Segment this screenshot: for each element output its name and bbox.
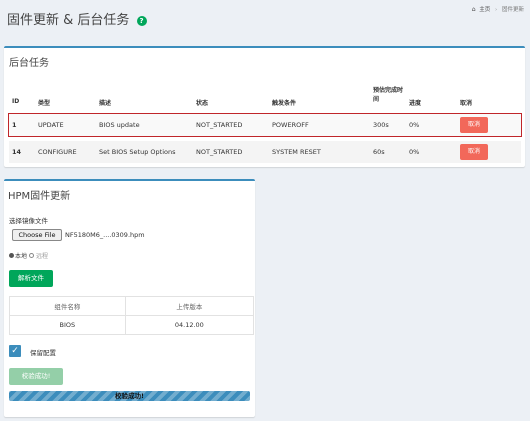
- page-title-wrap: 固件更新 & 后台任务 ?: [7, 9, 147, 28]
- radio-local[interactable]: [9, 253, 14, 258]
- col-upload-version: 上传版本: [124, 296, 255, 316]
- col-component-name: 组件名称: [9, 296, 126, 316]
- source-radio-group: 本地 远程: [9, 251, 48, 260]
- col-status: 状态: [196, 100, 209, 107]
- verify-button[interactable]: 校验成功!: [9, 368, 63, 385]
- breadcrumb: ⌂ 主页 › 固件更新: [472, 5, 524, 13]
- keep-config-checkbox[interactable]: ✓: [9, 345, 21, 357]
- verify-progress-bar: 校验成功!: [9, 391, 250, 401]
- breadcrumb-home[interactable]: 主页: [479, 7, 490, 13]
- col-id: ID: [12, 98, 20, 105]
- col-eta: 预估完成时间: [373, 87, 404, 103]
- task-row: 14 CONFIGURE Set BIOS Setup Options NOT_…: [9, 141, 521, 163]
- task-eta: 300s: [373, 121, 389, 129]
- cancel-button[interactable]: 取消: [460, 117, 488, 133]
- tasks-panel: 后台任务 ID 类型 描述 状态 触发条件 预估完成时间 进度 取消 1 UPD…: [4, 46, 525, 167]
- page-title: 固件更新 & 后台任务: [7, 13, 130, 28]
- parse-file-button[interactable]: 解析文件: [9, 270, 53, 287]
- task-progress: 0%: [409, 148, 420, 156]
- cancel-button[interactable]: 取消: [460, 144, 488, 160]
- col-cancel: 取消: [460, 100, 473, 107]
- task-trigger: POWEROFF: [272, 121, 309, 129]
- col-type: 类型: [38, 100, 51, 107]
- radio-local-label: 本地: [15, 253, 28, 260]
- breadcrumb-current: 固件更新: [501, 7, 524, 13]
- choose-file-button[interactable]: Choose File: [12, 229, 62, 241]
- task-desc: BIOS update: [99, 121, 140, 129]
- task-eta: 60s: [373, 148, 385, 156]
- tasks-title: 后台任务: [9, 58, 49, 69]
- task-desc: Set BIOS Setup Options: [99, 148, 176, 156]
- hpm-title: HPM固件更新: [8, 191, 71, 202]
- radio-remote-label: 远程: [35, 253, 48, 260]
- col-desc: 描述: [99, 100, 112, 107]
- progress-text: 校验成功!: [115, 392, 144, 400]
- help-icon[interactable]: ?: [136, 16, 147, 26]
- task-trigger: SYSTEM RESET: [272, 148, 321, 156]
- col-trigger: 触发条件: [272, 100, 297, 107]
- table-row: BIOS 04.12.00: [9, 315, 255, 335]
- table-header-row: 组件名称 上传版本: [9, 296, 255, 316]
- task-id: 14: [12, 148, 22, 156]
- upload-version: 04.12.00: [124, 315, 255, 335]
- radio-remote[interactable]: [28, 253, 34, 258]
- task-id: 1: [12, 121, 17, 129]
- task-type: UPDATE: [38, 121, 64, 129]
- keep-config-label: 保留配置: [30, 349, 56, 357]
- task-progress: 0%: [409, 121, 420, 129]
- task-status: NOT_STARTED: [196, 121, 243, 129]
- task-row: 1 UPDATE BIOS update NOT_STARTED POWEROF…: [8, 113, 522, 137]
- hpm-update-panel: HPM固件更新 选择镜像文件 Choose File NF5180M6_....…: [4, 179, 255, 417]
- breadcrumb-separator: ›: [495, 7, 498, 13]
- col-progress: 进度: [409, 100, 422, 107]
- task-type: CONFIGURE: [38, 148, 77, 156]
- file-name: NF5180M6_....0309.hpm: [65, 231, 145, 239]
- component-table: 组件名称 上传版本 BIOS 04.12.00: [9, 296, 255, 335]
- select-image-label: 选择镜像文件: [9, 217, 48, 225]
- component-name: BIOS: [9, 315, 126, 335]
- home-icon: ⌂: [471, 6, 476, 13]
- task-status: NOT_STARTED: [196, 148, 243, 156]
